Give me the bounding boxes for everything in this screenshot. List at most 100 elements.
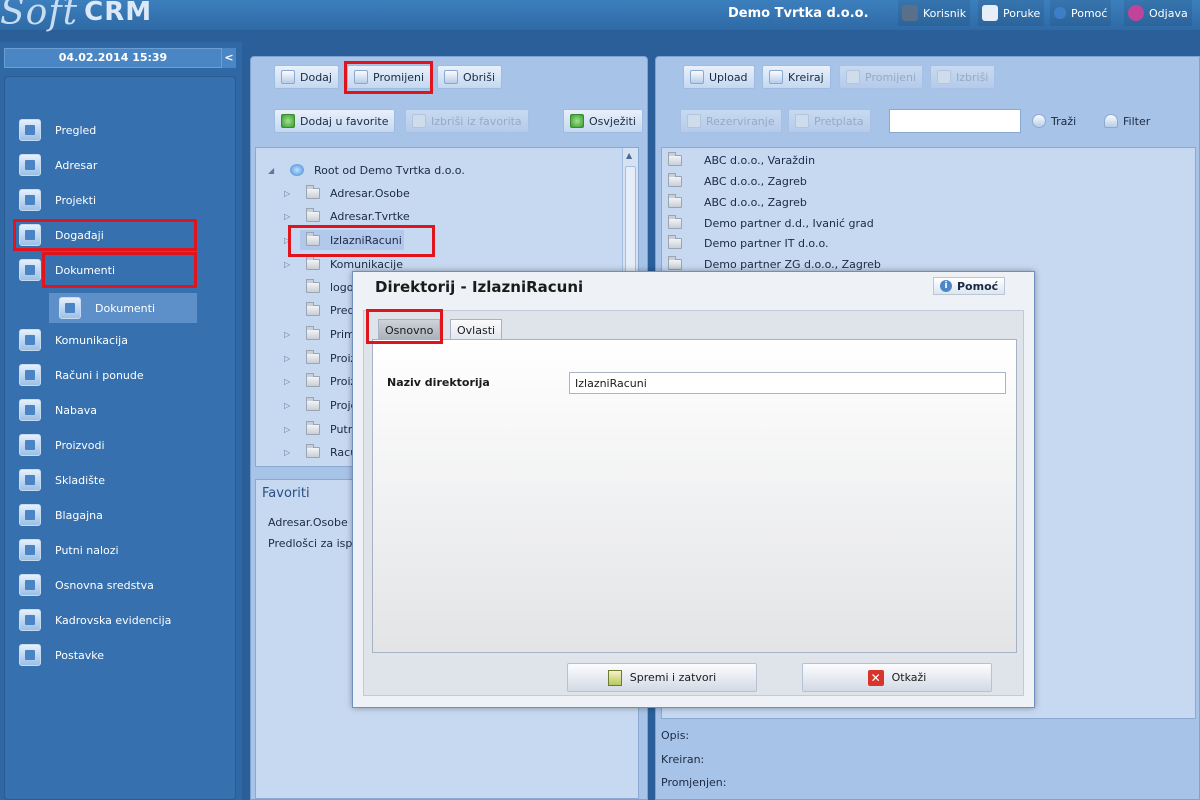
tree-item[interactable]: Predl — [284, 300, 358, 320]
tab-content: Naziv direktorija — [372, 339, 1017, 653]
save-icon — [607, 669, 622, 686]
list-item[interactable]: Demo partner IT d.o.o. — [668, 233, 829, 253]
folder-icon — [668, 151, 682, 166]
subscribe-button[interactable]: Pretplata — [788, 109, 871, 133]
tab-osnovno[interactable]: Osnovno — [378, 319, 441, 340]
delete-button[interactable]: Obriši — [437, 65, 503, 89]
remove-favorite-button[interactable]: Izbriši iz favorita — [405, 109, 529, 133]
tree-item[interactable]: ▷ Proiz — [284, 371, 356, 391]
nav-item-proizvodi[interactable]: Proizvodi — [19, 430, 105, 460]
nav-item-kadrovska[interactable]: Kadrovska evidencija — [19, 605, 171, 635]
list-item[interactable]: ABC d.o.o., Varaždin — [668, 150, 815, 170]
list-item[interactable]: ABC d.o.o., Zagreb — [668, 192, 807, 212]
nav-item-projekti[interactable]: Projekti — [19, 185, 96, 215]
description-label: Opis: — [661, 729, 690, 742]
expand-arrow-icon[interactable]: ▷ — [284, 330, 294, 339]
change-document-button[interactable]: Promijeni — [839, 65, 924, 89]
travel-order-icon — [19, 539, 41, 561]
expand-arrow-icon[interactable]: ▷ — [284, 212, 294, 221]
expand-arrow-icon[interactable]: ▷ — [284, 236, 294, 245]
folder-icon — [306, 420, 320, 435]
tree-item[interactable]: ▷ Putni — [284, 419, 358, 439]
expand-arrow-icon[interactable]: ▷ — [284, 377, 294, 386]
reserve-icon — [687, 114, 701, 128]
nav-item-osnovna-sredstva[interactable]: Osnovna sredstva — [19, 570, 154, 600]
nav-item-putni-nalozi[interactable]: Putni nalozi — [19, 535, 119, 565]
tree-item-selected[interactable]: ▷ IzlazniRacuni — [284, 230, 402, 250]
scroll-up-icon[interactable]: ▲ — [626, 151, 632, 160]
nav-item-pregled[interactable]: Pregled — [19, 115, 96, 145]
favorite-item[interactable]: Predlošci za ispi — [268, 537, 355, 550]
collapse-sidebar-button[interactable]: < — [222, 48, 236, 68]
warehouse-icon — [19, 469, 41, 491]
tree-root[interactable]: ◢ Root od Demo Tvrtka d.o.o. — [268, 160, 465, 180]
delete-document-button[interactable]: Izbriši — [930, 65, 996, 89]
company-name: Demo Tvrtka d.o.o. — [728, 6, 869, 21]
address-book-icon — [19, 154, 41, 176]
calendar-icon — [19, 224, 41, 246]
messages-menu[interactable]: Poruke — [978, 0, 1045, 26]
nav-subitem-dokumenti[interactable]: Dokumenti — [49, 293, 197, 323]
refresh-button[interactable]: Osvježiti — [563, 109, 643, 133]
reserve-button[interactable]: Rezerviranje — [680, 109, 782, 133]
folder-icon — [306, 443, 320, 458]
nav-item-nabava[interactable]: Nabava — [19, 395, 97, 425]
search-icon — [1032, 114, 1046, 128]
expand-arrow-icon[interactable]: ▷ — [284, 260, 294, 269]
tree-item[interactable]: ▷ Proje — [284, 395, 357, 415]
info-icon: i — [940, 280, 952, 292]
tree-item[interactable]: ▷ Adresar.Osobe — [284, 183, 410, 203]
filter-button[interactable]: Filter — [1098, 109, 1156, 133]
nav-item-dogadaji[interactable]: Događaji — [19, 220, 104, 250]
directory-name-input[interactable] — [569, 372, 1006, 394]
tree-item[interactable]: ▷ Primk — [284, 324, 361, 344]
list-item[interactable]: Demo partner d.d., Ivanić grad — [668, 213, 874, 233]
cancel-button[interactable]: ✕ Otkaži — [802, 663, 992, 692]
staff-icon — [19, 609, 41, 631]
filter-icon — [1104, 114, 1118, 128]
tree-item[interactable]: logo — [284, 277, 354, 297]
expand-arrow-icon[interactable]: ▷ — [284, 425, 294, 434]
create-button[interactable]: Kreiraj — [762, 65, 831, 89]
modified-label: Promjenjen: — [661, 776, 727, 789]
nav-item-postavke[interactable]: Postavke — [19, 640, 104, 670]
logout-menu[interactable]: Odjava — [1124, 0, 1192, 26]
collapse-arrow-icon[interactable]: ◢ — [268, 166, 278, 175]
expand-arrow-icon[interactable]: ▷ — [284, 448, 294, 457]
expand-arrow-icon[interactable]: ▷ — [284, 354, 294, 363]
favorite-item[interactable]: Adresar.Osobe — [268, 516, 348, 529]
document-icon — [59, 297, 81, 319]
tree-item[interactable]: ▷ Proiz — [284, 348, 356, 368]
user-menu[interactable]: Korisnik — [898, 0, 971, 26]
dialog-help-button[interactable]: i Pomoć — [933, 277, 1006, 295]
search-button[interactable]: Traži — [1026, 109, 1082, 133]
folder-icon — [668, 255, 682, 270]
nav-item-komunikacija[interactable]: Komunikacija — [19, 325, 128, 355]
expand-arrow-icon[interactable]: ▷ — [284, 189, 294, 198]
mail-icon — [982, 5, 998, 21]
communication-icon — [19, 329, 41, 351]
nav-item-blagajna[interactable]: Blagajna — [19, 500, 103, 530]
app-logo: Soft CRM — [0, 0, 153, 33]
save-close-button[interactable]: Spremi i zatvori — [567, 663, 757, 692]
nav-item-racuni[interactable]: Računi i ponude — [19, 360, 144, 390]
refresh-icon — [570, 114, 584, 128]
add-favorite-button[interactable]: Dodaj u favorite — [274, 109, 396, 133]
folder-icon — [306, 372, 320, 387]
help-icon — [1054, 7, 1066, 19]
change-button[interactable]: Promijeni — [347, 65, 432, 89]
tree-item[interactable]: ▷ Adresar.Tvrtke — [284, 206, 410, 226]
help-menu[interactable]: Pomoć — [1050, 0, 1112, 26]
add-button[interactable]: Dodaj — [274, 65, 339, 89]
list-item[interactable]: ABC d.o.o., Zagreb — [668, 171, 807, 191]
upload-button[interactable]: Upload — [683, 65, 755, 89]
search-input[interactable] — [889, 109, 1021, 133]
tab-ovlasti[interactable]: Ovlasti — [450, 319, 503, 340]
nav-item-skladiste[interactable]: Skladište — [19, 465, 105, 495]
nav-item-adresar[interactable]: Adresar — [19, 150, 97, 180]
assets-icon — [19, 574, 41, 596]
nav-item-dokumenti[interactable]: Dokumenti — [19, 255, 115, 285]
favorites-title: Favoriti — [262, 486, 310, 501]
expand-arrow-icon[interactable]: ▷ — [284, 401, 294, 410]
tree-item[interactable]: ▷ Racu — [284, 442, 357, 462]
